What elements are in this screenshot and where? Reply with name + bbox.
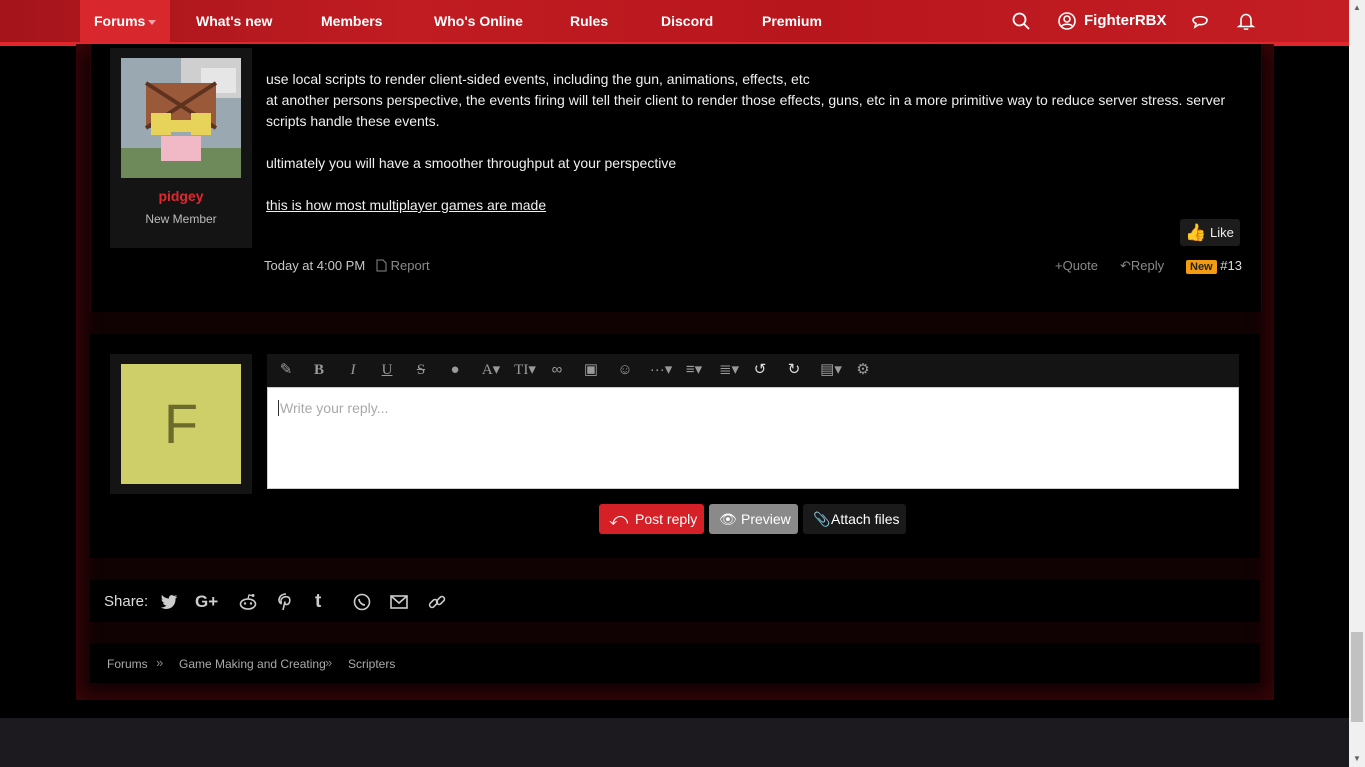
tab-rules[interactable]: Rules (556, 0, 622, 42)
post-body: use local scripts to render client-sided… (266, 69, 1226, 216)
double-chevron-icon: » (325, 655, 333, 670)
font-size-icon[interactable]: TI▾ (511, 360, 539, 380)
google-plus-icon[interactable]: G+ (195, 592, 223, 612)
post-author-card: pidgey New Member (110, 48, 252, 248)
email-icon[interactable] (389, 592, 409, 612)
link-icon[interactable] (427, 592, 447, 612)
attach-files-label: Attach files (831, 511, 900, 527)
report-link[interactable]: Report (376, 258, 430, 273)
post-number: #13 (1220, 258, 1242, 273)
tab-label: Rules (570, 13, 609, 29)
link-icon[interactable]: ∞ (548, 360, 566, 380)
like-label: Like (1210, 225, 1234, 240)
image-icon[interactable]: ▣ (582, 360, 600, 380)
color-drop-icon[interactable]: ● (446, 360, 464, 380)
breadcrumb-item[interactable]: Game Making and Creating (179, 657, 326, 671)
top-nav: Forums What's new Members Who's Online R… (0, 0, 1349, 46)
preview-label: Preview (741, 511, 791, 527)
bold-icon[interactable]: B (310, 360, 328, 380)
tab-label: Who's Online (434, 13, 523, 29)
italic-icon[interactable]: I (344, 360, 362, 380)
account-username[interactable]: FighterRBX (1084, 0, 1167, 42)
whatsapp-icon[interactable] (352, 592, 372, 612)
breadcrumb: Forums » Game Making and Creating » Scri… (90, 643, 1260, 683)
save-draft-icon[interactable]: ▤▾ (817, 360, 845, 380)
twitter-icon[interactable] (159, 592, 179, 612)
font-family-icon[interactable]: A▾ (478, 360, 504, 380)
search-icon[interactable] (1011, 11, 1031, 31)
redo-icon[interactable]: ↻ (785, 360, 803, 380)
reply-placeholder: Write your reply... (278, 400, 389, 416)
strikethrough-icon[interactable]: S (412, 360, 430, 380)
tab-whos-online[interactable]: Who's Online (420, 0, 537, 42)
list-icon[interactable]: ≣▾ (715, 360, 743, 380)
reddit-icon[interactable] (238, 592, 258, 612)
tumblr-icon[interactable]: t (315, 592, 335, 612)
tab-whats-new[interactable]: What's new (182, 0, 286, 42)
eraser-icon[interactable]: ✎ (277, 360, 295, 380)
tab-label: Discord (661, 13, 714, 29)
reply-editor[interactable]: Write your reply... (267, 387, 1239, 489)
post-reply-label: Post reply (635, 511, 698, 527)
scroll-down-arrow-icon[interactable]: ▼ (1349, 751, 1365, 767)
tab-label: Members (321, 13, 383, 29)
report-label: Report (390, 258, 430, 273)
reply-avatar-card: F (110, 354, 252, 494)
post-number-area[interactable]: New #13 (1186, 258, 1242, 274)
tab-label: Forums (94, 13, 146, 29)
breadcrumb-item[interactable]: Scripters (348, 657, 395, 671)
more-options-icon[interactable]: ···▾ (648, 360, 674, 380)
thumbs-up-icon: 👍 (1185, 223, 1207, 242)
tab-discord[interactable]: Discord (647, 0, 727, 42)
bell-icon[interactable] (1236, 11, 1256, 31)
post-line: use local scripts to render client-sided… (266, 71, 810, 87)
align-icon[interactable]: ≡▾ (680, 360, 708, 380)
editor-toolbar: ✎ B I U S ● A▾ TI▾ ∞ ▣ ☺ ···▾ ≡▾ ≣▾ ↺ ↻ … (267, 354, 1239, 387)
undo-icon[interactable]: ↺ (751, 360, 769, 380)
reply-arrow-icon: ↶ (1120, 258, 1131, 273)
post-timestamp[interactable]: Today at 4:00 PM (264, 258, 365, 273)
file-icon (376, 259, 387, 272)
tab-forums[interactable]: Forums (80, 0, 171, 42)
post-underlined-line: this is how most multiplayer games are m… (266, 197, 547, 213)
underline-icon[interactable]: U (378, 360, 396, 380)
new-badge: New (1186, 260, 1217, 274)
preview-button[interactable]: 👁 Preview (709, 504, 798, 534)
scrollbar-thumb[interactable] (1351, 632, 1363, 722)
gear-icon[interactable]: ⚙ (854, 360, 872, 380)
post-author-title: New Member (145, 212, 217, 226)
avatar[interactable]: F (121, 364, 241, 484)
paperclip-icon: 📎 (813, 511, 831, 527)
avatar[interactable] (121, 58, 241, 178)
reply-link[interactable]: ↶Reply (1120, 258, 1164, 274)
plus-icon: + (1055, 258, 1063, 273)
eye-icon: 👁 (719, 511, 737, 527)
attach-files-button[interactable]: 📎 Attach files (803, 504, 906, 534)
scroll-up-arrow-icon[interactable]: ▲ (1349, 0, 1365, 16)
conversations-icon[interactable] (1190, 11, 1210, 31)
user-icon[interactable] (1057, 11, 1077, 31)
tab-label: What's new (196, 13, 273, 29)
quote-link[interactable]: +Quote (1055, 258, 1098, 273)
pinterest-icon[interactable] (276, 592, 296, 612)
quote-label: Quote (1062, 258, 1099, 273)
chevron-down-icon (148, 19, 157, 25)
reply-label: Reply (1130, 258, 1165, 273)
like-button[interactable]: 👍 Like (1180, 219, 1240, 246)
smiley-icon[interactable]: ☺ (616, 360, 634, 380)
avatar-image (121, 58, 241, 178)
share-label: Share: (104, 593, 149, 610)
breadcrumb-item[interactable]: Forums (107, 657, 148, 671)
tab-premium[interactable]: Premium (748, 0, 836, 42)
reply-arrow-icon: ⤺ (609, 509, 629, 529)
double-chevron-icon: » (156, 655, 164, 670)
post-line: at another persons perspective, the even… (266, 92, 1226, 129)
tab-members[interactable]: Members (307, 0, 396, 42)
post-line: ultimately you will have a smoother thro… (266, 155, 677, 171)
page-footer (0, 718, 1349, 767)
tab-label: Premium (762, 13, 822, 29)
share-bar: Share: G+ t (90, 580, 1260, 622)
post-reply-button[interactable]: ⤺ Post reply (599, 504, 704, 534)
post-author-name[interactable]: pidgey (110, 188, 252, 204)
